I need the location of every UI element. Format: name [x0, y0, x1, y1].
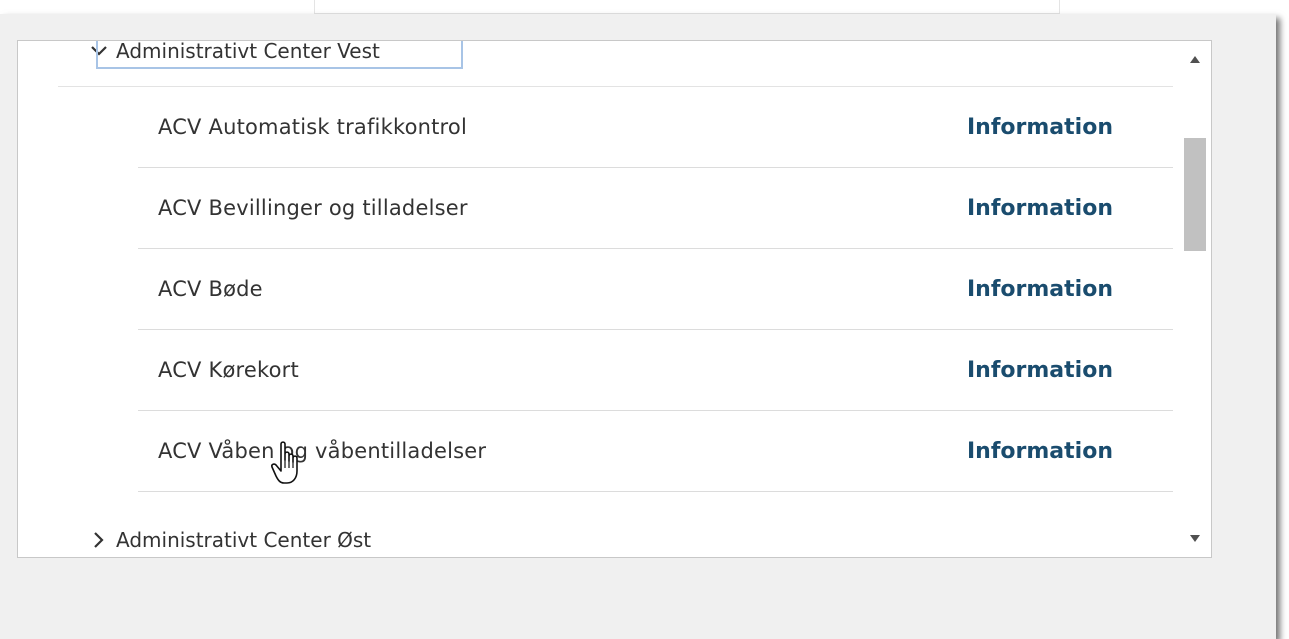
tree-item-label: ACV Bevillinger og tilladelser — [158, 196, 468, 220]
information-link[interactable]: Information — [967, 277, 1113, 302]
tree-item-label: ACV Automatisk trafikkontrol — [158, 115, 468, 139]
focus-outline — [96, 41, 463, 69]
tree-list: Administrativt Center Vest ACV Automatis… — [17, 40, 1212, 558]
information-link[interactable]: Information — [967, 439, 1113, 464]
hand-pointer-icon — [270, 440, 306, 488]
triangle-down-icon — [1189, 535, 1200, 542]
tree-group-administrativt-center-ost[interactable]: Administrativt Center Øst — [88, 520, 372, 557]
scroll-up-button[interactable] — [1178, 45, 1211, 75]
chevron-right-icon[interactable] — [88, 529, 110, 551]
tree-children: ACV Automatisk trafikkontrol Information… — [138, 87, 1173, 492]
scroll-down-button[interactable] — [1178, 523, 1211, 553]
tree-item-label: ACV Våben og våbentilladelser — [158, 439, 487, 463]
tree-item: ACV Automatisk trafikkontrol Information — [138, 87, 1173, 168]
tree-item-label: ACV Kørekort — [158, 358, 299, 382]
information-link[interactable]: Information — [967, 196, 1113, 221]
triangle-up-icon — [1189, 56, 1200, 63]
scrollbar-thumb[interactable] — [1184, 137, 1206, 251]
information-link[interactable]: Information — [967, 115, 1113, 140]
dialog-panel: Administrativt Center Vest ACV Automatis… — [0, 14, 1276, 639]
vertical-scrollbar[interactable] — [1178, 41, 1211, 557]
information-link[interactable]: Information — [967, 358, 1113, 383]
tree-item: ACV Kørekort Information — [138, 330, 1173, 411]
tree-group-administrativt-center-vest[interactable]: Administrativt Center Vest — [88, 41, 463, 71]
tree-group-label: Administrativt Center Øst — [116, 528, 372, 552]
tree-item: ACV Bøde Information — [138, 249, 1173, 330]
top-input-edge — [314, 0, 1060, 14]
tree-item-label: ACV Bøde — [158, 277, 263, 301]
tree-item: ACV Bevillinger og tilladelser Informati… — [138, 168, 1173, 249]
